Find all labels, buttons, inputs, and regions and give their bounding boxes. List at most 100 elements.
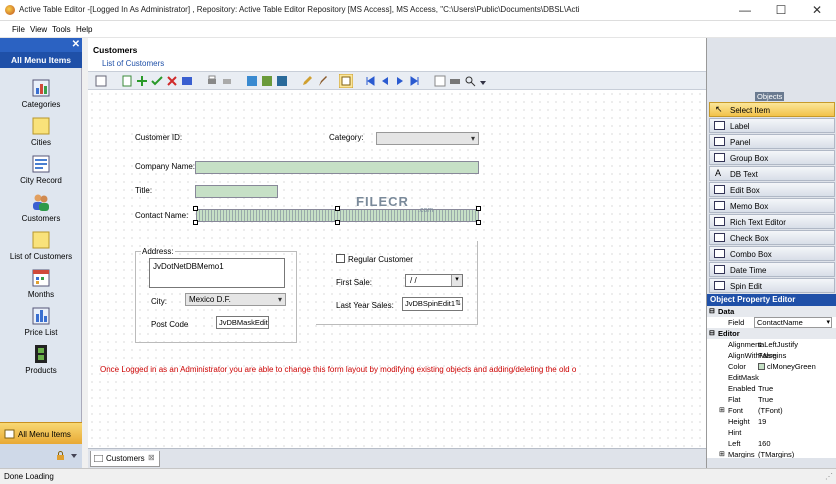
resize-grip-icon[interactable]: ⋰ (825, 472, 833, 481)
sidebar-item-months[interactable]: Months (0, 268, 82, 306)
maximize-button[interactable]: ☐ (763, 0, 799, 21)
search-icon[interactable] (464, 75, 476, 87)
prev-record-icon[interactable] (379, 75, 391, 87)
object-combo-box-item[interactable]: Combo Box (709, 246, 835, 261)
chevron-down-icon[interactable] (70, 452, 78, 460)
report-icon[interactable] (261, 75, 273, 87)
check-icon[interactable] (151, 75, 163, 87)
export-icon[interactable] (246, 75, 258, 87)
edit-table-icon[interactable] (181, 75, 193, 87)
sidebar-item-cities[interactable]: Cities (0, 116, 82, 154)
object-date-time-item[interactable]: Date Time (709, 262, 835, 277)
object-select-item[interactable]: ↖ Select Item (709, 102, 835, 117)
company-name-input[interactable] (195, 161, 479, 174)
object-spin-edit-item[interactable]: Spin Edit (709, 278, 835, 293)
post-code-input[interactable]: JvDBMaskEdit (216, 316, 269, 329)
sidebar-item-products[interactable]: Products (0, 344, 82, 382)
chevron-down-icon[interactable] (480, 75, 486, 87)
object-rich-text-item[interactable]: Rich Text Editor (709, 214, 835, 229)
print-icon[interactable] (206, 75, 218, 87)
object-edit-box-item[interactable]: Edit Box (709, 182, 835, 197)
object-db-text-item[interactable]: A DB Text (709, 166, 835, 181)
section-label: Data (718, 307, 735, 316)
object-memo-box-item[interactable]: Memo Box (709, 198, 835, 213)
last-year-sales-spin[interactable]: JvDBSpinEdit1 ⇅ (402, 297, 463, 311)
property-row[interactable]: ⊞ Margins (TMargins) (707, 449, 836, 458)
sidebar-close-icon[interactable]: ✕ (72, 39, 80, 50)
property-row[interactable]: Color clMoneyGreen (707, 361, 836, 372)
property-row[interactable]: Hint (707, 427, 836, 438)
section-label: Editor (718, 329, 740, 338)
property-row[interactable]: Alignment taLeftJustify (707, 339, 836, 350)
property-row[interactable]: ⊞ Font (TFont) (707, 405, 836, 416)
printer-icon[interactable] (449, 75, 461, 87)
sidebar-item-city-record[interactable]: City Record (0, 154, 82, 192)
delete-icon[interactable] (166, 75, 178, 87)
expand-icon[interactable]: ⊞ (719, 450, 725, 458)
blank-icon[interactable] (434, 75, 446, 87)
close-tab-icon[interactable]: ⊠ (148, 453, 155, 462)
property-row[interactable]: Enabled True (707, 383, 836, 394)
property-row[interactable]: EditMask (707, 372, 836, 383)
page-title: Customers (93, 45, 138, 55)
last-record-icon[interactable] (409, 75, 421, 87)
property-row[interactable]: Flat True (707, 394, 836, 405)
property-section-editor[interactable]: ⊟ Editor (707, 328, 836, 339)
menu-tools[interactable]: Tools (52, 25, 71, 34)
status-bar: Done Loading ⋰ (0, 468, 836, 484)
resize-handle[interactable] (193, 206, 198, 211)
spin-arrows-icon[interactable]: ⇅ (455, 299, 461, 307)
property-row-field[interactable]: Field ContactName ▾ (707, 317, 836, 328)
resize-handle[interactable] (335, 206, 340, 211)
city-combo[interactable]: Mexico D.F. ▾ (185, 293, 286, 306)
object-check-box-item[interactable]: Check Box (709, 230, 835, 245)
expand-icon[interactable]: ⊞ (719, 406, 725, 414)
menu-file[interactable]: File (12, 25, 25, 34)
sidebar-item-list-of-customers[interactable]: List of Customers (0, 230, 82, 268)
address-memo[interactable]: JvDotNetDBMemo1 (149, 258, 285, 288)
design-mode-icon[interactable] (339, 74, 353, 88)
object-panel-item[interactable]: Panel (709, 134, 835, 149)
customer-id-label: Customer ID: (135, 133, 183, 142)
property-value: False (758, 351, 777, 360)
add-icon[interactable] (136, 75, 148, 87)
resize-handle[interactable] (476, 206, 481, 211)
document-icon[interactable] (121, 75, 133, 87)
grid-icon[interactable] (276, 75, 288, 87)
first-sale-date-picker[interactable]: / / ▾ (405, 274, 463, 287)
object-label-item[interactable]: Label (709, 118, 835, 133)
chevron-down-icon[interactable]: ▾ (451, 275, 462, 286)
brush-icon[interactable] (316, 75, 328, 87)
property-row[interactable]: Height 19 (707, 416, 836, 427)
property-row[interactable]: AlignWithMargins False (707, 350, 836, 361)
sidebar-item-customers[interactable]: Customers (0, 192, 82, 230)
field-dropdown[interactable]: ContactName ▾ (754, 317, 832, 328)
resize-handle[interactable] (476, 220, 481, 225)
lock-icon[interactable] (56, 451, 65, 460)
property-row[interactable]: Left 160 (707, 438, 836, 449)
minimize-button[interactable]: — (727, 0, 763, 21)
menu-help[interactable]: Help (76, 25, 92, 34)
close-button[interactable]: ✕ (799, 0, 835, 21)
print-preview-icon[interactable] (221, 75, 233, 87)
object-group-box-item[interactable]: Group Box (709, 150, 835, 165)
property-grid: ⊟ Data Field ContactName ▾ ⊟ Editor Alignm… (707, 306, 836, 458)
menu-view[interactable]: View (30, 25, 47, 34)
sidebar-item-categories[interactable]: Categories (0, 78, 82, 116)
tab-label: Customers (106, 454, 145, 463)
resize-handle[interactable] (335, 220, 340, 225)
first-record-icon[interactable] (364, 75, 376, 87)
next-record-icon[interactable] (394, 75, 406, 87)
category-combo[interactable]: ▾ (376, 132, 479, 145)
resize-handle[interactable] (193, 220, 198, 225)
sidebar-item-price-list[interactable]: Price List (0, 306, 82, 344)
title-input[interactable] (195, 185, 278, 198)
film-icon (35, 345, 47, 363)
regular-customer-checkbox[interactable] (336, 254, 345, 263)
sidebar-all-menu-items-button[interactable]: All Menu Items (0, 422, 82, 444)
new-form-icon[interactable] (95, 75, 107, 87)
edit-icon[interactable] (301, 75, 313, 87)
property-section-data[interactable]: ⊟ Data (707, 306, 836, 317)
right-panel: Objects ↖ Select Item Label Panel Group B… (706, 38, 836, 468)
tab-customers[interactable]: Customers ⊠ (90, 451, 160, 467)
